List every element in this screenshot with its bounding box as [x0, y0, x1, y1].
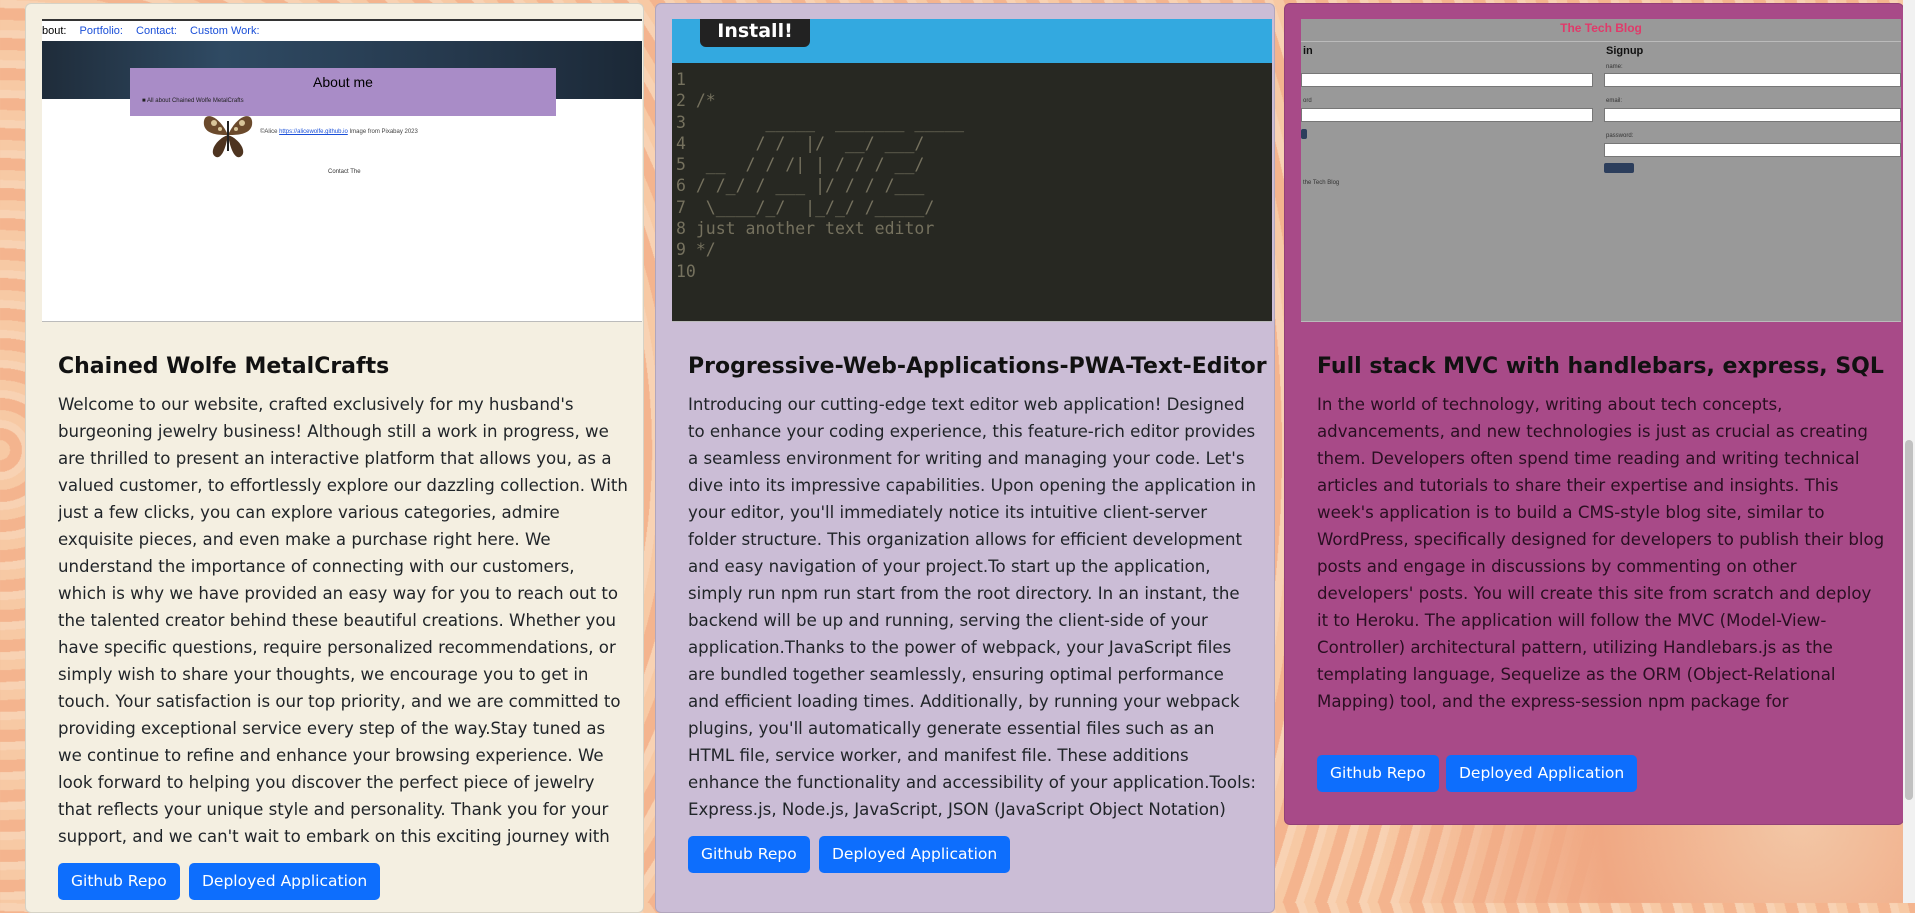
screenshot-install-button: Install!	[700, 19, 810, 47]
github-repo-button[interactable]: Github Repo	[58, 863, 180, 900]
screenshot-code-editor: 1 2 /* 3 _____ _______ _____ 4 / / |/ __…	[672, 63, 1272, 321]
screenshot-credit-link: https://alicewolfe.github.io	[279, 129, 348, 135]
screenshot-footer: the Tech Blog	[1303, 180, 1340, 186]
project-card-chained-wolfe: bout: Portfolio: Contact: Custom Work: A…	[25, 3, 644, 913]
project-title: Progressive-Web-Applications-PWA-Text-Ed…	[688, 354, 1267, 379]
screenshot-login-button	[1301, 129, 1307, 139]
screenshot-email-label: email:	[1606, 98, 1623, 104]
screenshot-username-label: name:	[1606, 64, 1623, 70]
deployed-application-button[interactable]: Deployed Application	[189, 863, 381, 900]
deployed-application-button[interactable]: Deployed Application	[1446, 755, 1638, 792]
screenshot-login-password-label: ord	[1303, 98, 1312, 104]
project-screenshot: Install! 1 2 /* 3 _____ _______ _____ 4 …	[672, 19, 1272, 322]
screenshot-nav-item: Contact:	[136, 25, 177, 37]
project-description: Introducing our cutting-edge text editor…	[688, 395, 1257, 819]
screenshot-nav: bout: Portfolio: Contact: Custom Work:	[42, 19, 642, 43]
page-scrollbar-thumb[interactable]	[1905, 440, 1913, 800]
screenshot-signup-button	[1604, 163, 1634, 173]
github-repo-button[interactable]: Github Repo	[1317, 755, 1439, 792]
project-description: Welcome to our website, crafted exclusiv…	[58, 395, 628, 846]
butterfly-image	[203, 116, 253, 158]
screenshot-signup-heading: Signup	[1606, 45, 1644, 57]
project-title: Full stack MVC with handlebars, express,…	[1317, 354, 1884, 379]
screenshot-password-label: password:	[1606, 133, 1634, 139]
screenshot-about-sub: ■ All about Chained Wolfe MetalCrafts	[142, 98, 244, 104]
screenshot-credit-suffix: Image from Pixabay 2023	[347, 129, 418, 135]
screenshot-blog-title: The Tech Blog	[1560, 21, 1642, 35]
screenshot-credit-prefix: ©Alice	[260, 129, 280, 135]
screenshot-nav-item: bout:	[42, 25, 67, 37]
project-title: Chained Wolfe MetalCrafts	[58, 354, 390, 379]
screenshot-about-title: About me	[313, 74, 373, 90]
screenshot-code: 1 2 /* 3 _____ _______ _____ 4 / / |/ __…	[676, 70, 965, 281]
screenshot-username-input	[1604, 73, 1901, 87]
github-repo-button[interactable]: Github Repo	[688, 836, 810, 873]
screenshot-divider	[1301, 41, 1901, 42]
project-screenshot: The Tech Blog in Signup ord the Tech Blo…	[1301, 19, 1901, 322]
screenshot-blog: The Tech Blog in Signup ord the Tech Blo…	[1301, 19, 1901, 321]
screenshot-about-box: About me ■ All about Chained Wolfe Metal…	[130, 68, 556, 116]
screenshot-credit: ©Alice https://alicewolfe.github.io Imag…	[260, 129, 418, 135]
deployed-application-button[interactable]: Deployed Application	[819, 836, 1011, 873]
screenshot-login-email-input	[1301, 73, 1593, 87]
screenshot-header-bar: Install!	[672, 19, 1272, 63]
screenshot-nav-item: Portfolio:	[79, 25, 123, 37]
project-screenshot: bout: Portfolio: Contact: Custom Work: A…	[42, 19, 642, 322]
screenshot-nav-item: Custom Work:	[190, 25, 260, 37]
screenshot-hero: About me ■ All about Chained Wolfe Metal…	[42, 41, 642, 116]
page-scrollbar[interactable]	[1903, 0, 1915, 903]
screenshot-email-input	[1604, 108, 1901, 122]
screenshot-password-input	[1604, 143, 1901, 157]
project-description: In the world of technology, writing abou…	[1317, 395, 1885, 721]
screenshot-login-password-input	[1301, 108, 1593, 122]
screenshot-login-heading: in	[1303, 45, 1313, 57]
project-card-tech-blog: The Tech Blog in Signup ord the Tech Blo…	[1284, 3, 1904, 825]
project-card-pwa-text-editor: Install! 1 2 /* 3 _____ _______ _____ 4 …	[655, 3, 1275, 913]
screenshot-contact: Contact The	[328, 169, 361, 175]
